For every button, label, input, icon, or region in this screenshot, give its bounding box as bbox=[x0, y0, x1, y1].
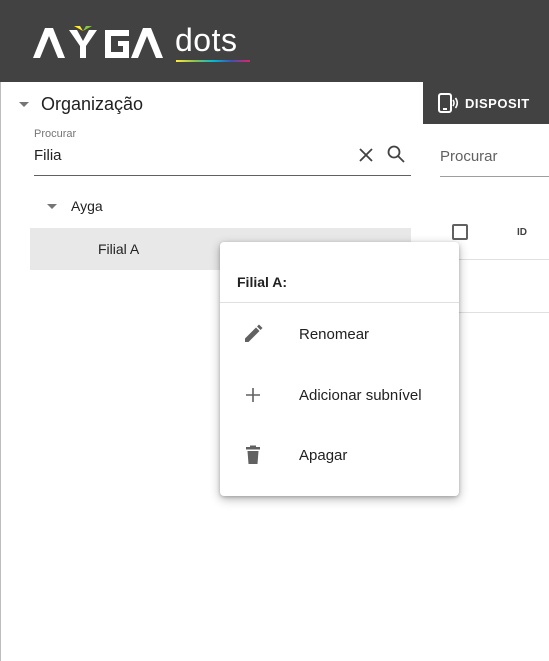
tree-node-label: Filial A bbox=[98, 241, 140, 257]
trash-icon bbox=[246, 445, 260, 464]
pencil-icon bbox=[245, 324, 263, 342]
menu-item-label: Apagar bbox=[299, 447, 348, 464]
caret-down-icon bbox=[19, 102, 29, 107]
tab-label: DISPOSIT bbox=[465, 95, 530, 111]
search-underline bbox=[34, 175, 411, 176]
caret-down-icon[interactable] bbox=[47, 203, 57, 209]
search-label: Procurar bbox=[34, 128, 77, 140]
logo-underline bbox=[176, 60, 250, 62]
tree-node-ayga[interactable]: Ayga bbox=[47, 198, 103, 214]
menu-item-label: Renomear bbox=[299, 326, 370, 343]
plus-icon bbox=[246, 388, 260, 402]
tree-node-label: Ayga bbox=[71, 198, 103, 214]
devices-search-underline bbox=[440, 176, 549, 177]
context-menu-title: Filial A: bbox=[237, 274, 288, 290]
rename-menu-item[interactable]: Renomear bbox=[220, 310, 459, 360]
organization-header[interactable]: Organização bbox=[19, 94, 143, 115]
search-input[interactable]: Filia bbox=[34, 147, 62, 164]
logo-dots-text: dots bbox=[175, 22, 238, 58]
add-sublevel-menu-item[interactable]: Adicionar subnível bbox=[220, 371, 459, 421]
device-icon bbox=[438, 93, 459, 113]
context-menu: Filial A: Renomear Adicionar subnível Ap… bbox=[220, 242, 459, 496]
devices-search-input[interactable]: Procurar bbox=[440, 148, 498, 165]
delete-menu-item[interactable]: Apagar bbox=[220, 431, 459, 481]
column-header-id[interactable]: ID bbox=[517, 227, 527, 238]
select-all-checkbox[interactable] bbox=[452, 224, 468, 240]
panel-title: Organização bbox=[41, 94, 144, 114]
close-icon[interactable] bbox=[357, 146, 375, 164]
search-icon[interactable] bbox=[386, 144, 406, 164]
menu-divider bbox=[220, 302, 459, 303]
tab-dispositivos[interactable]: DISPOSIT bbox=[423, 82, 549, 124]
app-header: dots bbox=[0, 0, 549, 82]
menu-item-label: Adicionar subnível bbox=[299, 387, 422, 404]
ayga-logo bbox=[33, 24, 163, 65]
